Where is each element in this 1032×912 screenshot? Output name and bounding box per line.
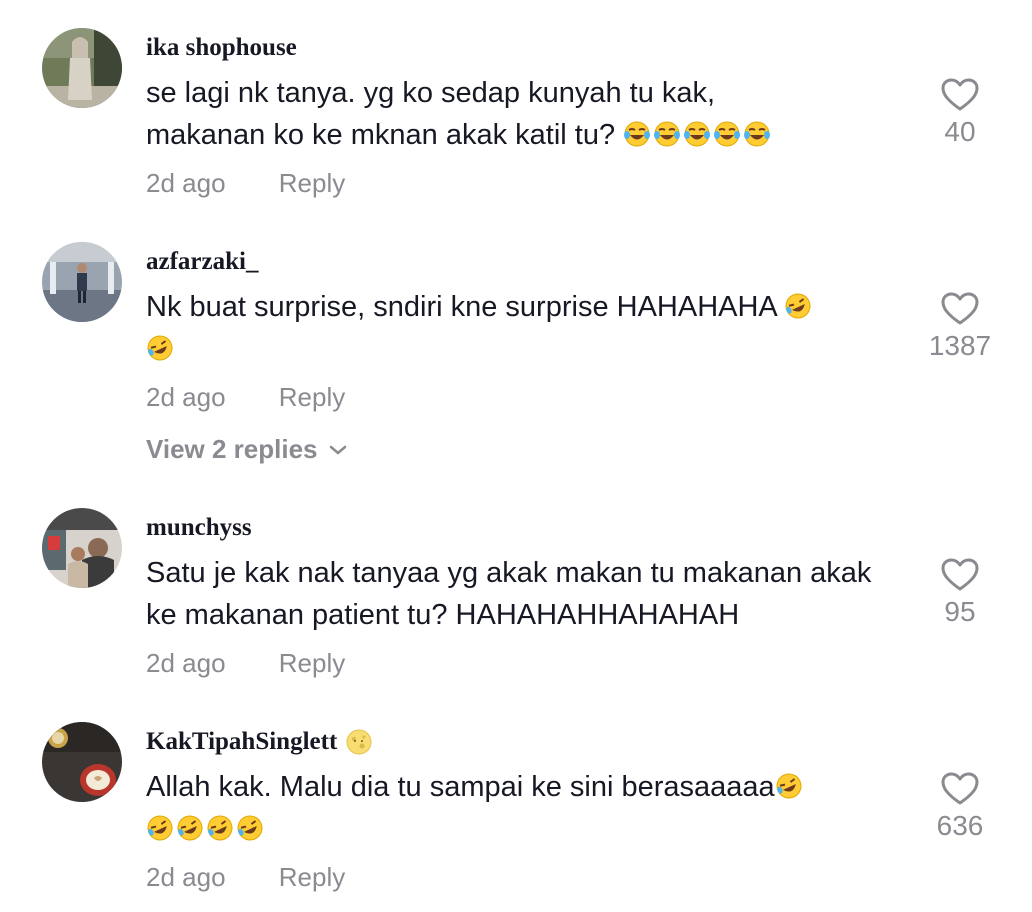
timestamp: 2d ago xyxy=(146,862,226,892)
heart-outline-icon xyxy=(941,292,979,325)
username[interactable]: azfarzaki_ xyxy=(146,248,258,276)
username[interactable]: ika shophouse xyxy=(146,34,297,62)
like-count: 95 xyxy=(944,596,976,627)
comment-meta: 2d ago Reply xyxy=(146,168,345,199)
tears-of-joy-icon xyxy=(624,121,651,147)
tears-of-joy-icon xyxy=(654,121,681,147)
tears-of-joy-icon xyxy=(714,121,741,147)
like-button[interactable]: 636 xyxy=(905,772,1015,842)
comment-text: Allah kak. Malu dia tu sampai ke sini be… xyxy=(146,766,906,850)
like-count: 636 xyxy=(936,810,984,841)
chevron-down-icon xyxy=(329,445,346,454)
username-text: munchyss xyxy=(146,514,252,541)
reply-button[interactable]: Reply xyxy=(279,382,345,412)
rofl-icon xyxy=(147,815,173,841)
reply-button[interactable]: Reply xyxy=(279,168,345,198)
reply-button[interactable]: Reply xyxy=(279,862,345,892)
username-text: azfarzaki_ xyxy=(146,248,259,275)
comment-text: Nk buat surprise, sndiri kne surprise HA… xyxy=(146,286,906,370)
full-moon-face-icon xyxy=(346,729,372,755)
comment-meta: 2d ago Reply xyxy=(146,648,345,679)
rofl-icon xyxy=(177,815,203,841)
username[interactable]: KakTipahSinglett xyxy=(146,728,373,756)
comment-text: se lagi nk tanya. yg ko sedap kunyah tu … xyxy=(146,72,906,156)
view-replies-button[interactable]: View 2 replies xyxy=(146,434,348,465)
timestamp: 2d ago xyxy=(146,382,226,412)
rofl-icon xyxy=(207,815,233,841)
comment-meta: 2d ago Reply xyxy=(146,382,345,413)
view-replies-label: View 2 replies xyxy=(146,434,318,464)
like-button[interactable]: 95 xyxy=(905,558,1015,628)
comment-text: Satu je kak nak tanyaa yg akak makan tu … xyxy=(146,557,872,631)
like-count: 40 xyxy=(944,116,976,147)
username-text: KakTipahSinglett xyxy=(146,728,338,755)
reply-button[interactable]: Reply xyxy=(279,648,345,678)
rofl-icon xyxy=(237,815,263,841)
username[interactable]: munchyss xyxy=(146,514,252,542)
rofl-icon xyxy=(147,335,173,361)
heart-outline-icon xyxy=(941,558,979,591)
tears-of-joy-icon xyxy=(684,121,711,147)
heart-outline-icon xyxy=(941,78,979,111)
tears-of-joy-icon xyxy=(744,121,771,147)
rofl-icon xyxy=(776,773,802,799)
username-text: ika shophouse xyxy=(146,34,297,61)
avatar[interactable] xyxy=(42,242,122,322)
timestamp: 2d ago xyxy=(146,168,226,198)
like-button[interactable]: 40 xyxy=(905,78,1015,148)
timestamp: 2d ago xyxy=(146,648,226,678)
rofl-icon xyxy=(785,293,811,319)
avatar[interactable] xyxy=(42,508,122,588)
tears-of-joy-emoji-group xyxy=(623,119,773,151)
like-count: 1387 xyxy=(928,330,992,361)
avatar[interactable] xyxy=(42,28,122,108)
heart-outline-icon xyxy=(941,772,979,805)
avatar[interactable] xyxy=(42,722,122,802)
like-button[interactable]: 1387 xyxy=(905,292,1015,362)
comment-meta: 2d ago Reply xyxy=(146,862,345,893)
